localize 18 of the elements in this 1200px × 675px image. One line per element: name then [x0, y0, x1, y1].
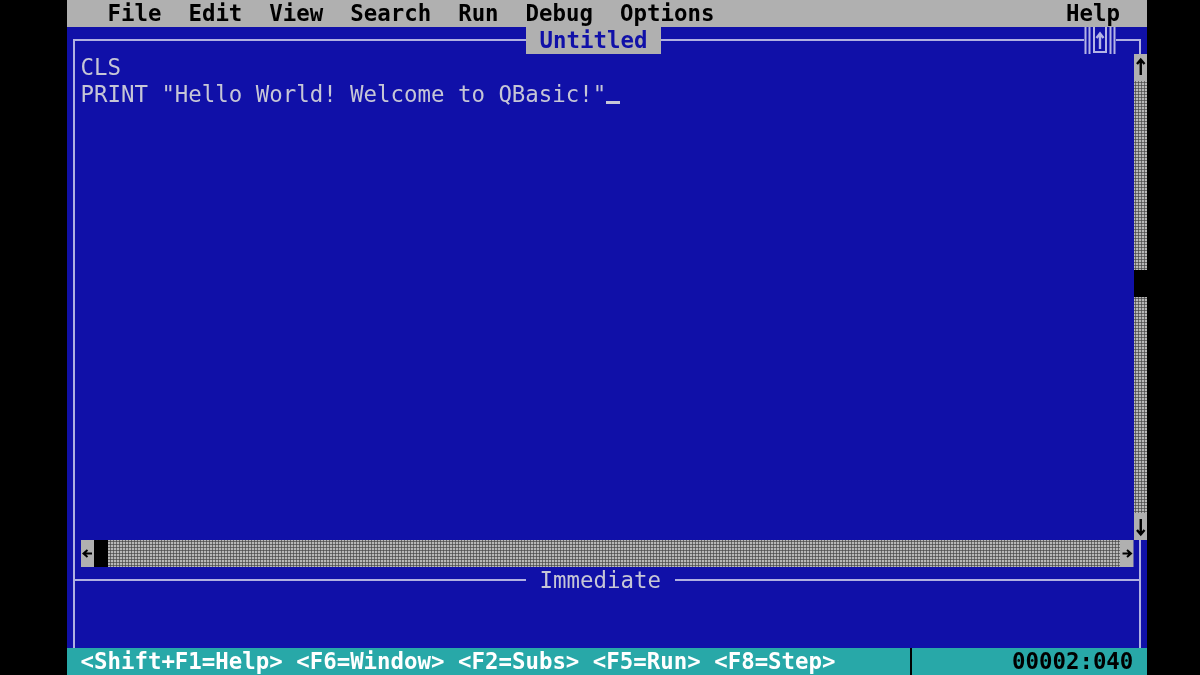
scrollbar-thumb[interactable]: [94, 540, 108, 567]
menu-item[interactable]: Debug: [525, 0, 593, 27]
vertical-scrollbar[interactable]: [1133, 81, 1147, 513]
menu-item[interactable]: Options: [620, 0, 715, 27]
help-menu-item[interactable]: Help: [1066, 0, 1120, 27]
cursor-position: 00002:040: [1012, 648, 1134, 675]
code-line: PRINT "Hello World! Welcome to QBasic!": [80, 81, 607, 108]
code-editor[interactable]: CLS PRINT "Hello World! Welcome to QBasic!": [80, 54, 1134, 540]
scrollbar-thumb[interactable]: [1133, 270, 1147, 297]
menu-item[interactable]: View: [269, 0, 324, 27]
menu-item[interactable]: Run: [458, 0, 499, 27]
menu-item[interactable]: File: [107, 0, 162, 27]
menu-item[interactable]: Edit: [188, 0, 243, 27]
code-line: CLS: [80, 54, 121, 81]
maximize-icon[interactable]: [1083, 27, 1116, 54]
horizontal-scrollbar[interactable]: [94, 540, 1120, 567]
window-title: Untitled: [526, 27, 661, 54]
menu-item[interactable]: Search: [350, 0, 432, 27]
